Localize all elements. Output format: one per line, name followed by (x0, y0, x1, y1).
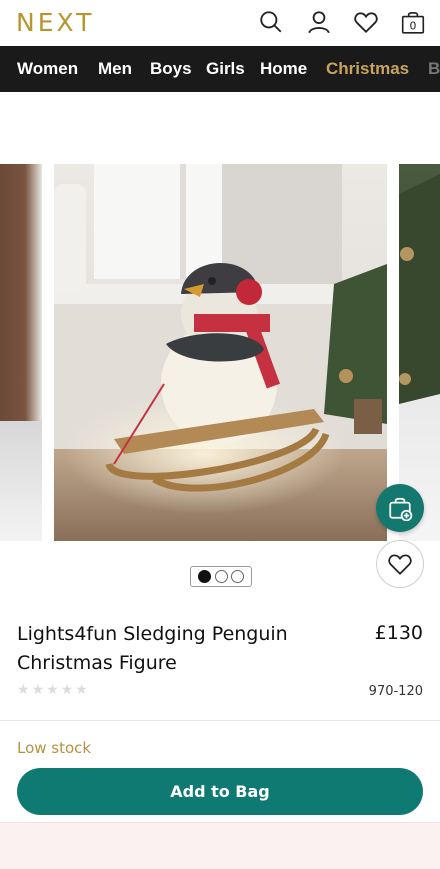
nav-item-christmas[interactable]: Christmas (326, 59, 409, 79)
category-nav: Women Men Boys Girls Home Christmas B (0, 46, 440, 92)
nav-item-men[interactable]: Men (98, 59, 132, 79)
gallery-slide-active[interactable] (54, 164, 387, 541)
nav-item-truncated[interactable]: B (428, 59, 440, 79)
quick-add-bag-button[interactable] (376, 484, 424, 532)
search-icon[interactable] (257, 8, 285, 36)
footer-band (0, 822, 440, 869)
product-sku: 970-120 (368, 684, 423, 699)
bag-icon[interactable]: 0 (399, 8, 427, 36)
product-price: £130 (374, 622, 423, 644)
gallery-dot-1[interactable] (197, 570, 211, 583)
rating-stars[interactable]: ★ ★ ★ ★ ★ (17, 683, 88, 697)
star-icon: ★ (60, 682, 74, 698)
star-icon: ★ (75, 682, 88, 698)
gallery-dot-2[interactable] (214, 570, 228, 583)
star-icon: ★ (17, 682, 30, 698)
bag-count: 0 (410, 20, 417, 33)
penguin-product-image (54, 164, 387, 541)
product-title: Lights4fun Sledging Penguin Christmas Fi… (17, 623, 288, 674)
wishlist-icon[interactable] (352, 8, 380, 36)
star-icon: ★ (31, 682, 45, 698)
nav-item-women[interactable]: Women (17, 59, 78, 79)
add-to-bag-button[interactable]: Add to Bag (17, 768, 423, 815)
site-header: NEXT 0 (0, 0, 440, 46)
heart-icon (388, 554, 412, 575)
gallery-pagination (190, 566, 252, 587)
bag-plus-icon (389, 497, 413, 521)
product-image-gallery[interactable] (0, 164, 440, 541)
star-icon: ★ (46, 682, 59, 698)
nav-item-boys[interactable]: Boys (150, 59, 192, 79)
nav-item-girls[interactable]: Girls (206, 59, 245, 79)
add-to-wishlist-button[interactable] (376, 540, 424, 588)
gallery-slide-previous[interactable] (0, 164, 42, 541)
next-logo[interactable]: NEXT (16, 8, 94, 37)
gallery-dot-3[interactable] (231, 570, 245, 583)
rug-image-part (0, 421, 42, 541)
account-icon[interactable] (305, 8, 333, 36)
nav-item-home[interactable]: Home (260, 59, 307, 79)
stock-status: Low stock (17, 739, 92, 757)
divider (0, 720, 440, 721)
